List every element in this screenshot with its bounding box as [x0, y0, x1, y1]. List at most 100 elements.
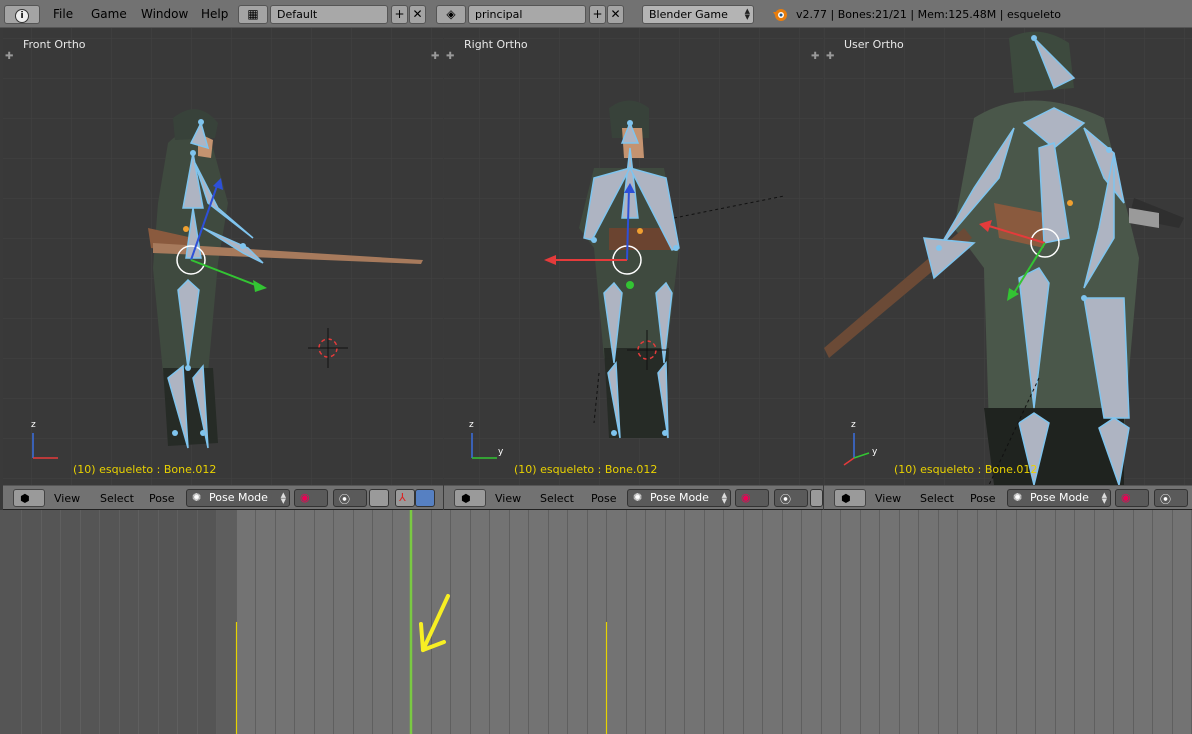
menu-select[interactable]: Select — [540, 492, 574, 505]
close-icon: ✕ — [610, 7, 621, 21]
viewport-title: Right Ortho — [464, 38, 528, 51]
scene-delete-button[interactable]: ✕ — [607, 5, 624, 24]
pivot-dropdown[interactable]: ⦿ — [774, 489, 808, 507]
corner-plus-icon[interactable]: ✚ — [5, 52, 15, 62]
shading-dropdown[interactable]: ◉ — [735, 489, 769, 507]
scene-add-button[interactable]: + — [589, 5, 606, 24]
view3d-editor-icon: ⬢ — [841, 492, 851, 505]
mode-dropdown[interactable]: ✺ Pose Mode ▲ ▼ — [1007, 489, 1111, 507]
menu-select[interactable]: Select — [100, 492, 134, 505]
info-header: i File Game Window Help ▦ Default + ✕ ◈ … — [0, 0, 1192, 28]
menu-view[interactable]: View — [495, 492, 521, 505]
viewport-title: Front Ortho — [23, 38, 86, 51]
pivot-icon: ⦿ — [780, 493, 791, 506]
axis-z-label: z — [31, 420, 36, 430]
corner-plus-icon[interactable]: ✚ — [446, 52, 456, 62]
active-object-name: esqueleto — [1006, 8, 1062, 21]
dopesheet-area[interactable] — [0, 510, 1192, 734]
editor-type-button[interactable]: ⬢ — [834, 489, 866, 507]
pivot-icon: ⦿ — [1160, 493, 1171, 506]
screen-delete-button[interactable]: ✕ — [409, 5, 426, 24]
corner-plus-icon[interactable]: ✚ — [826, 52, 836, 62]
viewport-scene — [444, 28, 823, 485]
viewport-title: User Ortho — [844, 38, 904, 51]
blender-logo-icon — [772, 6, 788, 22]
pivot-dropdown[interactable]: ⦿ — [333, 489, 367, 507]
viewport-status: (10) esqueleto : Bone.012 — [514, 463, 658, 476]
screen-layout-icon: ▦ — [247, 7, 259, 21]
menu-window[interactable]: Window — [141, 7, 188, 21]
shading-icon: ◉ — [1121, 491, 1131, 504]
axis-y-label: y — [498, 447, 504, 457]
menu-pose[interactable]: Pose — [591, 492, 616, 505]
axis-y-label: y — [872, 447, 878, 457]
stats-readout: v2.77 | Bones:21/21 | Mem:125.48M | esqu… — [796, 8, 1062, 21]
menu-pose[interactable]: Pose — [149, 492, 174, 505]
menu-select[interactable]: Select — [920, 492, 954, 505]
pose-mode-icon: ✺ — [192, 491, 202, 504]
viewport-scene — [824, 28, 1192, 485]
dopesheet-grid — [21, 510, 1192, 734]
pivot-dropdown[interactable]: ⦿ — [1154, 489, 1188, 507]
updown-icon: ▲ ▼ — [721, 491, 727, 505]
editor-type-button[interactable]: ⬢ — [13, 489, 45, 507]
updown-icon: ▲ ▼ — [280, 491, 286, 505]
corner-plus-icon[interactable]: ✚ — [811, 52, 821, 62]
render-engine-label: Blender Game — [649, 8, 728, 21]
close-icon: ✕ — [412, 7, 423, 21]
viewport-user-ortho[interactable]: z y User Ortho (10) esqueleto : Bone.012… — [824, 28, 1192, 485]
menu-file[interactable]: File — [53, 7, 73, 21]
manipulator-translate-button[interactable]: ⅄ — [395, 489, 415, 507]
viewport-header-right: ⬢ View Select Pose ✺ Pose Mode ▲ ▼ ◉ ⦿ — [444, 485, 823, 510]
annotation-arrow — [419, 594, 450, 652]
shading-icon: ◉ — [741, 491, 751, 504]
pose-mode-icon: ✺ — [1013, 491, 1023, 504]
shading-dropdown[interactable]: ◉ — [294, 489, 328, 507]
viewport-status: (10) esqueleto : Bone.012 — [894, 463, 1038, 476]
add-icon: + — [394, 7, 405, 21]
menu-help[interactable]: Help — [201, 7, 228, 21]
screen-add-button[interactable]: + — [391, 5, 408, 24]
scene-field[interactable]: principal — [468, 5, 586, 24]
viewport-right-ortho[interactable]: z y Right Ortho (10) esqueleto : Bone.01… — [444, 28, 823, 485]
updown-icon: ▲ ▼ — [1101, 491, 1107, 505]
scene-icon: ◈ — [446, 7, 456, 21]
axis-z-label: z — [851, 420, 856, 430]
memory-usage: Mem:125.48M — [917, 8, 997, 21]
shading-dropdown[interactable]: ◉ — [1115, 489, 1149, 507]
snap-button[interactable] — [369, 489, 389, 507]
mode-label: Pose Mode — [1030, 491, 1089, 504]
info-editor-button[interactable]: i — [4, 5, 40, 24]
render-engine-dropdown[interactable]: Blender Game ▲ ▼ — [642, 5, 754, 24]
editor-type-button[interactable]: ⬢ — [454, 489, 486, 507]
manipulator-rotate-button[interactable] — [415, 489, 435, 507]
mode-dropdown[interactable]: ✺ Pose Mode ▲ ▼ — [186, 489, 290, 507]
viewport-scene — [3, 28, 443, 485]
scene-button[interactable]: ◈ — [436, 5, 466, 24]
manipulator-icon: ⅄ — [399, 491, 406, 504]
viewport-front-ortho[interactable]: z Front Ortho (10) esqueleto : Bone.012 … — [3, 28, 443, 485]
axis-z-label: z — [469, 420, 474, 430]
view3d-editor-icon: ⬢ — [461, 492, 471, 505]
menu-pose[interactable]: Pose — [970, 492, 995, 505]
bones-count: Bones:21/21 — [837, 8, 907, 21]
screen-layout-field[interactable]: Default — [270, 5, 388, 24]
snap-button[interactable] — [810, 489, 823, 507]
shading-icon: ◉ — [300, 491, 310, 504]
pivot-icon: ⦿ — [339, 493, 350, 506]
pose-mode-icon: ✺ — [633, 491, 643, 504]
corner-plus-icon[interactable]: ✚ — [431, 52, 441, 62]
screen-layout-button[interactable]: ▦ — [238, 5, 268, 24]
updown-icon: ▲ ▼ — [744, 7, 750, 21]
view3d-editor-icon: ⬢ — [20, 492, 30, 505]
mode-label: Pose Mode — [209, 491, 268, 504]
mode-label: Pose Mode — [650, 491, 709, 504]
info-icon: i — [15, 9, 29, 23]
mode-dropdown[interactable]: ✺ Pose Mode ▲ ▼ — [627, 489, 731, 507]
viewport-header-user: ⬢ View Select Pose ✺ Pose Mode ▲ ▼ ◉ ⦿ — [824, 485, 1192, 510]
menu-view[interactable]: View — [54, 492, 80, 505]
menu-view[interactable]: View — [875, 492, 901, 505]
version-text: v2.77 — [796, 8, 828, 21]
character-helmet — [1009, 31, 1074, 94]
menu-game[interactable]: Game — [91, 7, 127, 21]
